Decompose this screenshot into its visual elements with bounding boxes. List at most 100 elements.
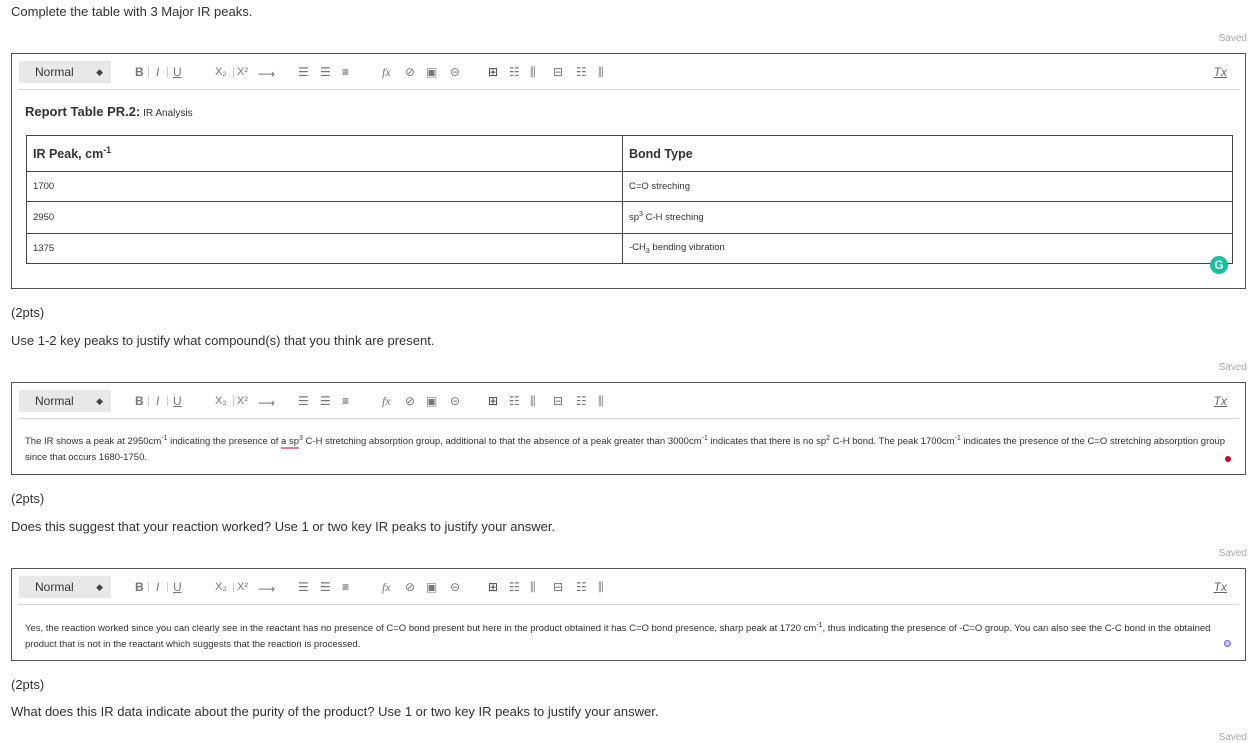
image-icon[interactable]: ▣: [426, 579, 437, 595]
formula-button[interactable]: fx: [382, 579, 391, 595]
link-icon[interactable]: ⊘: [405, 579, 415, 595]
ordered-list-icon[interactable]: ☰: [298, 64, 309, 80]
table-delete-row-icon[interactable]: ☷: [576, 579, 587, 595]
table-row-icon[interactable]: ☷: [509, 393, 520, 409]
formula-button[interactable]: fx: [382, 393, 391, 409]
header-bond-type[interactable]: Bond Type: [622, 135, 1233, 172]
table-icon[interactable]: ⊞: [488, 393, 498, 409]
italic-button[interactable]: I: [156, 64, 159, 80]
format-select[interactable]: Normal ◆: [19, 576, 111, 598]
attachment-icon[interactable]: ⊝: [450, 579, 460, 595]
subscript-button[interactable]: X₂: [215, 64, 227, 80]
bullet-list-icon[interactable]: ☰: [320, 64, 331, 80]
rich-text-editor-3[interactable]: Normal ◆ B I U X₂ X² ⟶ ☰ ☰ ≡ fx ⊘ ▣ ⊝ ⊞ ☷…: [11, 568, 1246, 661]
format-select[interactable]: Normal ◆: [19, 390, 111, 412]
saved-status: Saved: [1218, 732, 1247, 743]
bullet-list-icon[interactable]: ☰: [320, 393, 331, 409]
bullet-list-icon[interactable]: ☰: [320, 579, 331, 595]
superscript-button[interactable]: X²: [237, 393, 248, 409]
table-header-row: IR Peak, cm-1 Bond Type: [26, 135, 1233, 172]
peak-cell[interactable]: 1375: [26, 233, 623, 264]
table-delete-col-icon[interactable]: ⫼: [598, 64, 604, 80]
peak-cell[interactable]: 2950: [26, 201, 623, 234]
clear-format-button[interactable]: Tx: [1214, 65, 1227, 79]
chevron-updown-icon: ◆: [96, 582, 103, 592]
table-delete-row-icon[interactable]: ☷: [576, 64, 587, 80]
attachment-icon[interactable]: ⊝: [450, 64, 460, 80]
error-dot-icon[interactable]: [1225, 456, 1231, 462]
format-select[interactable]: Normal ◆: [19, 61, 111, 83]
align-icon[interactable]: ≡: [342, 64, 349, 80]
align-icon[interactable]: ≡: [342, 393, 349, 409]
bold-button[interactable]: B: [135, 579, 144, 595]
question-4-points: (2pts): [11, 677, 45, 692]
spelling-underline: a sp: [281, 436, 299, 450]
editor-toolbar: Normal ◆ B I U X₂ X² ⟶ ☰ ☰ ≡ fx ⊘ ▣ ⊝ ⊞ ☷…: [18, 385, 1239, 419]
question-2-points: (2pts): [11, 305, 45, 320]
peak-cell[interactable]: 1700: [26, 171, 623, 202]
italic-button[interactable]: I: [156, 579, 159, 595]
bold-button[interactable]: B: [135, 64, 144, 80]
ordered-list-icon[interactable]: ☰: [298, 393, 309, 409]
table-col-icon[interactable]: ⫼: [530, 579, 536, 595]
arrow-button[interactable]: ⟶: [258, 395, 275, 411]
table-merge-icon[interactable]: ⊟: [553, 579, 563, 595]
grammar-dot-icon[interactable]: [1224, 640, 1231, 647]
link-icon[interactable]: ⊘: [405, 64, 415, 80]
question-4-prompt: What does this IR data indicate about th…: [11, 704, 659, 719]
table-merge-icon[interactable]: ⊟: [553, 393, 563, 409]
link-icon[interactable]: ⊘: [405, 393, 415, 409]
image-icon[interactable]: ▣: [426, 393, 437, 409]
table-delete-col-icon[interactable]: ⫼: [598, 393, 604, 409]
table-row: 2950 sp3 C-H streching: [26, 201, 1233, 234]
underline-button[interactable]: U: [173, 393, 182, 409]
subscript-button[interactable]: X₂: [215, 579, 227, 595]
underline-button[interactable]: U: [173, 579, 182, 595]
question-1-prompt: Complete the table with 3 Major IR peaks…: [11, 4, 253, 19]
question-2-prompt: Use 1-2 key peaks to justify what compou…: [11, 333, 435, 348]
clear-format-button[interactable]: Tx: [1214, 580, 1227, 594]
saved-status: Saved: [1218, 33, 1247, 44]
image-icon[interactable]: ▣: [426, 64, 437, 80]
header-ir-peak[interactable]: IR Peak, cm-1: [26, 135, 623, 172]
table-delete-col-icon[interactable]: ⫼: [598, 579, 604, 595]
table-row-icon[interactable]: ☷: [509, 579, 520, 595]
saved-status: Saved: [1218, 362, 1247, 373]
subscript-button[interactable]: X₂: [215, 393, 227, 409]
question-3-points: (2pts): [11, 491, 45, 506]
answer-text-3[interactable]: Yes, the reaction worked since you can c…: [12, 618, 1245, 653]
question-3-prompt: Does this suggest that your reaction wor…: [11, 519, 556, 534]
answer-text-2[interactable]: The IR shows a peak at 2950cm-1 indicati…: [12, 431, 1245, 466]
table-row-icon[interactable]: ☷: [509, 64, 520, 80]
superscript-button[interactable]: X²: [237, 64, 248, 80]
ordered-list-icon[interactable]: ☰: [298, 579, 309, 595]
bond-cell[interactable]: sp3 C-H streching: [622, 201, 1233, 234]
table-icon[interactable]: ⊞: [488, 579, 498, 595]
clear-format-button[interactable]: Tx: [1214, 394, 1227, 408]
rich-text-editor-2[interactable]: Normal ◆ B I U X₂ X² ⟶ ☰ ☰ ≡ fx ⊘ ▣ ⊝ ⊞ ☷…: [11, 382, 1246, 475]
arrow-button[interactable]: ⟶: [258, 66, 275, 82]
arrow-button[interactable]: ⟶: [258, 581, 275, 597]
chevron-updown-icon: ◆: [96, 67, 103, 77]
bold-button[interactable]: B: [135, 393, 144, 409]
table-merge-icon[interactable]: ⊟: [553, 64, 563, 80]
align-icon[interactable]: ≡: [342, 579, 349, 595]
attachment-icon[interactable]: ⊝: [450, 393, 460, 409]
bond-cell[interactable]: -CH3 bending vibration: [622, 233, 1233, 264]
table-delete-row-icon[interactable]: ☷: [576, 393, 587, 409]
editor-toolbar: Normal ◆ B I U X₂ X² ⟶ ☰ ☰ ≡ fx ⊘ ▣ ⊝ ⊞ ☷…: [18, 571, 1239, 605]
bond-cell[interactable]: C=O streching: [622, 171, 1233, 202]
chevron-updown-icon: ◆: [96, 396, 103, 406]
grammarly-icon[interactable]: G: [1210, 256, 1228, 274]
rich-text-editor-1[interactable]: Normal ◆ B I U X₂ X² ⟶ ☰ ☰ ≡ fx ⊘ ▣ ⊝ ⊞ ☷…: [11, 53, 1246, 289]
italic-button[interactable]: I: [156, 393, 159, 409]
superscript-button[interactable]: X²: [237, 579, 248, 595]
table-caption: Report Table PR.2: IR Analysis: [25, 104, 193, 119]
ir-table[interactable]: IR Peak, cm-1 Bond Type 1700 C=O strechi…: [26, 135, 1233, 264]
table-icon[interactable]: ⊞: [488, 64, 498, 80]
table-col-icon[interactable]: ⫼: [530, 64, 536, 80]
underline-button[interactable]: U: [173, 64, 182, 80]
table-row: 1700 C=O streching: [26, 171, 1233, 202]
formula-button[interactable]: fx: [382, 64, 391, 80]
table-col-icon[interactable]: ⫼: [530, 393, 536, 409]
